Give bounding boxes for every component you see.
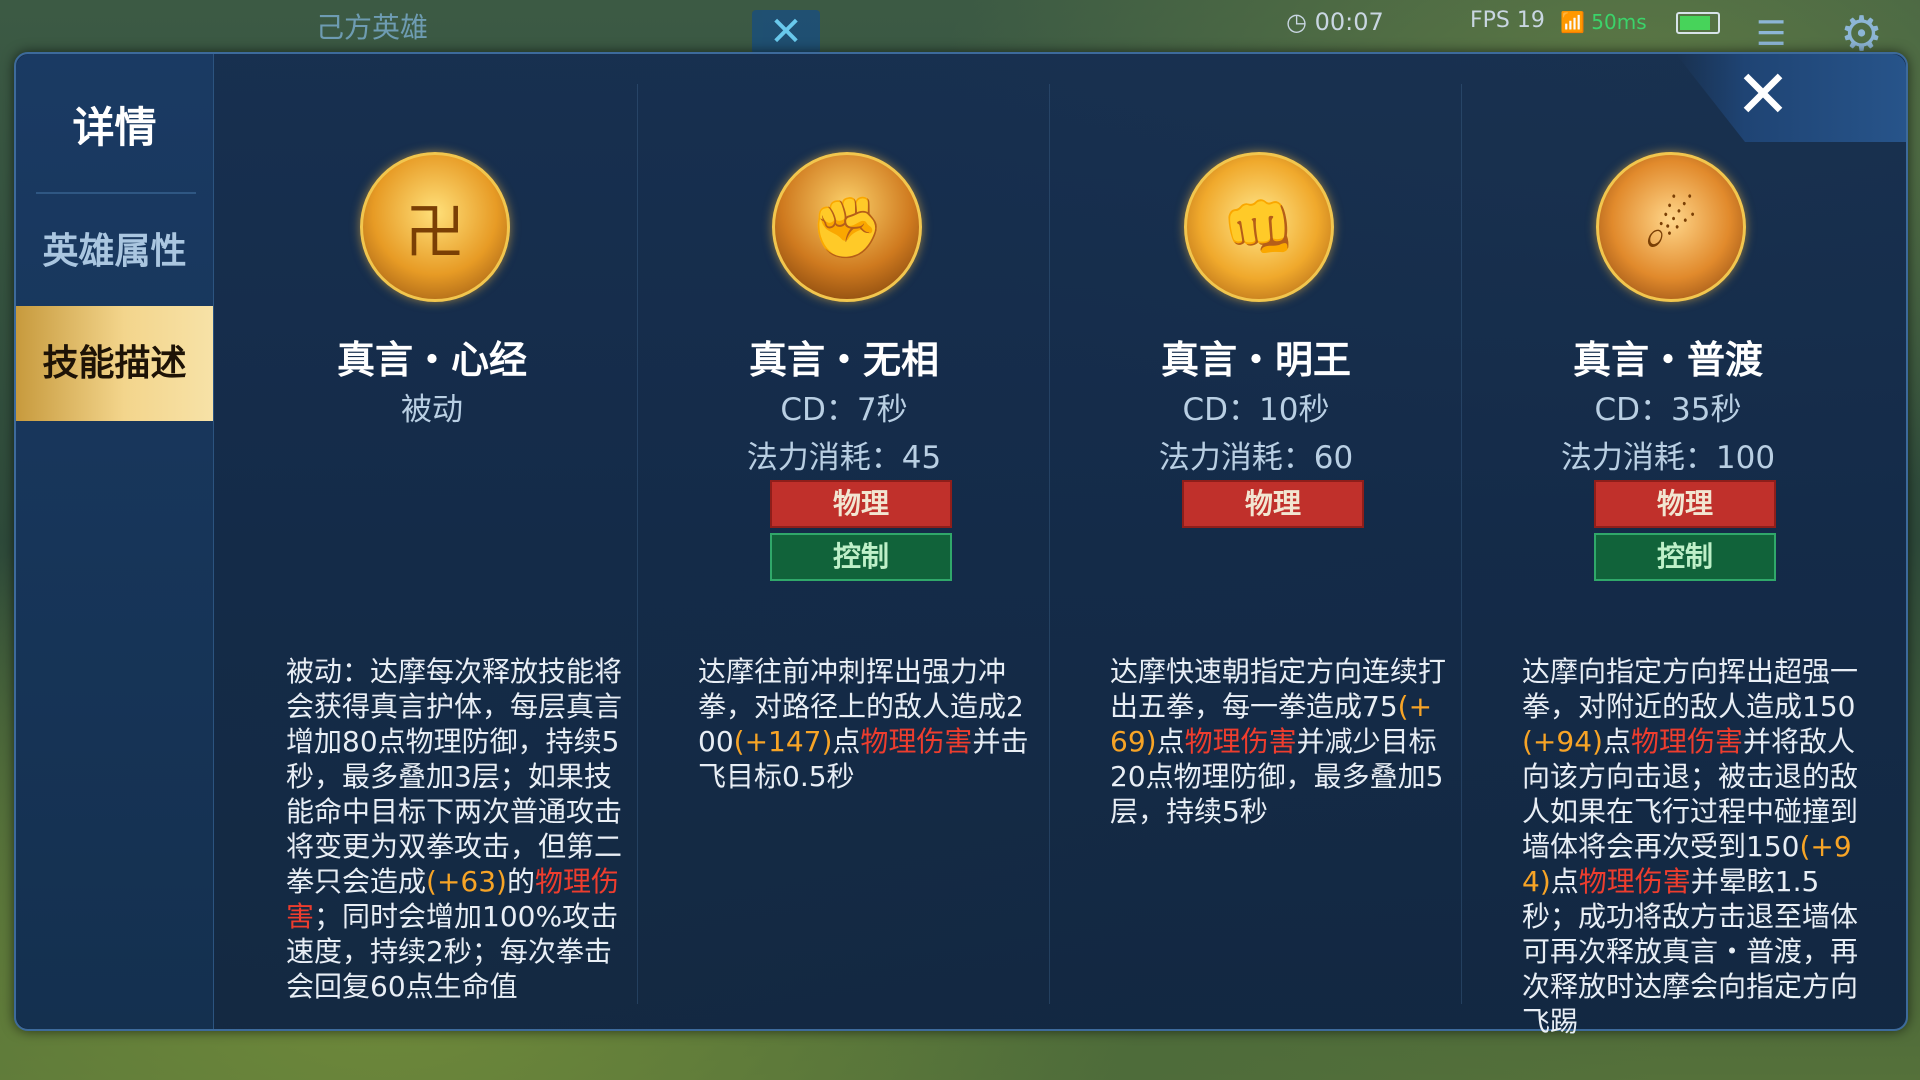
skill-column-passive: 卍 真言・心经 被动 被动：达摩每次释放技能将会获得真言护体，每层真言增加80点…	[226, 54, 638, 1029]
desc-text: 的	[506, 865, 535, 898]
tag-physical: 物理	[770, 480, 952, 528]
timer-value: 00:07	[1314, 8, 1384, 36]
ultimate-strike-icon[interactable]: ☄	[1596, 152, 1746, 302]
skill-column-1: ✊ 真言・无相 CD：7秒 法力消耗：45 物理 控制 达摩往前冲刺挥出强力冲拳…	[638, 54, 1050, 1029]
details-panel: 详情 英雄属性 技能描述 ✕ 卍 真言・心经 被动 被动：达摩每次释放技能将会获…	[14, 52, 1908, 1038]
skill-description: 达摩快速朝指定方向连续打出五拳，每一拳造成75(+69)点物理伤害并减少目标20…	[1110, 654, 1446, 829]
desc-bonus-value: (+147)	[733, 725, 833, 758]
desc-damage-type: 物理伤害	[860, 725, 973, 758]
tag-control: 控制	[1594, 533, 1776, 581]
desc-text: 达摩向指定方向挥出超强一拳，对附近的敌人造成150	[1522, 655, 1859, 723]
sidebar: 详情 英雄属性 技能描述	[16, 54, 214, 1029]
tag-control: 控制	[770, 533, 952, 581]
punch-dash-icon[interactable]: ✊	[772, 152, 922, 302]
ping-value: 50ms	[1591, 10, 1647, 34]
skill-mana-cost: 法力消耗：100	[1560, 440, 1776, 476]
skill-mana-cost: 法力消耗：60	[1158, 440, 1354, 476]
desc-text: 点	[1550, 865, 1579, 898]
desc-text: 点	[832, 725, 861, 758]
skill-name: 真言・无相	[748, 338, 939, 382]
skill-mana-cost: 法力消耗：45	[746, 440, 942, 476]
skill-column-2: 👊 真言・明王 CD：10秒 法力消耗：60 物理 达摩快速朝指定方向连续打出五…	[1050, 54, 1462, 1029]
menu-list-icon[interactable]: ☰	[1756, 14, 1786, 54]
desc-text: 达摩快速朝指定方向连续打出五拳，每一拳造成75	[1110, 655, 1447, 723]
desc-bonus-value: (+63)	[426, 865, 507, 898]
skill-type: 被动	[401, 392, 463, 428]
skill-cooldown: CD：7秒	[780, 392, 908, 428]
desc-damage-type: 物理伤害	[1630, 725, 1743, 758]
skill-name: 真言・心经	[336, 338, 527, 382]
panel-title: 详情	[72, 103, 157, 152]
skill-description: 被动：达摩每次释放技能将会获得真言护体，每层真言增加80点物理防御，持续5秒，最…	[286, 654, 622, 1004]
skill-cooldown: CD：10秒	[1182, 392, 1330, 428]
hud-close-icon[interactable]: ✕	[752, 10, 820, 54]
skill-description: 达摩向指定方向挥出超强一拳，对附近的敌人造成150(+94)点物理伤害并将敌人向…	[1522, 654, 1858, 1039]
battery-icon	[1676, 12, 1720, 34]
match-timer: ◷ 00:07	[1286, 8, 1384, 36]
skill-column-ultimate: ☄ 真言・普渡 CD：35秒 法力消耗：100 物理 控制 达摩向指定方向挥出超…	[1462, 54, 1874, 1038]
ping-indicator: 📶 50ms	[1560, 10, 1647, 34]
desc-text: 点	[1602, 725, 1631, 758]
passive-emblem-icon[interactable]: 卍	[360, 152, 510, 302]
tab-hero-attributes[interactable]: 英雄属性	[16, 194, 213, 309]
skill-name: 真言・明王	[1160, 338, 1351, 382]
skill-cooldown: CD：35秒	[1594, 392, 1742, 428]
team-heroes-title: 己方英雄	[316, 11, 429, 44]
tag-physical: 物理	[1182, 480, 1364, 528]
multi-fist-icon[interactable]: 👊	[1184, 152, 1334, 302]
tab-skill-description[interactable]: 技能描述	[16, 306, 213, 421]
desc-text: 点	[1156, 725, 1185, 758]
desc-damage-type: 物理伤害	[1184, 725, 1297, 758]
desc-text: 被动：达摩每次释放技能将会获得真言护体，每层真言增加80点物理防御，持续5秒，最…	[286, 655, 623, 898]
desc-damage-type: 物理伤害	[1578, 865, 1691, 898]
desc-bonus-value: (+94)	[1522, 725, 1603, 758]
tag-physical: 物理	[1594, 480, 1776, 528]
skill-description: 达摩往前冲刺挥出强力冲拳，对路径上的敌人造成200(+147)点物理伤害并击飞目…	[698, 654, 1034, 794]
desc-text: ；同时会增加100%攻击速度，持续2秒；每次拳击会回复60点生命值	[286, 900, 619, 1003]
fps-counter: FPS 19	[1470, 8, 1545, 33]
skill-name: 真言・普渡	[1572, 338, 1763, 382]
